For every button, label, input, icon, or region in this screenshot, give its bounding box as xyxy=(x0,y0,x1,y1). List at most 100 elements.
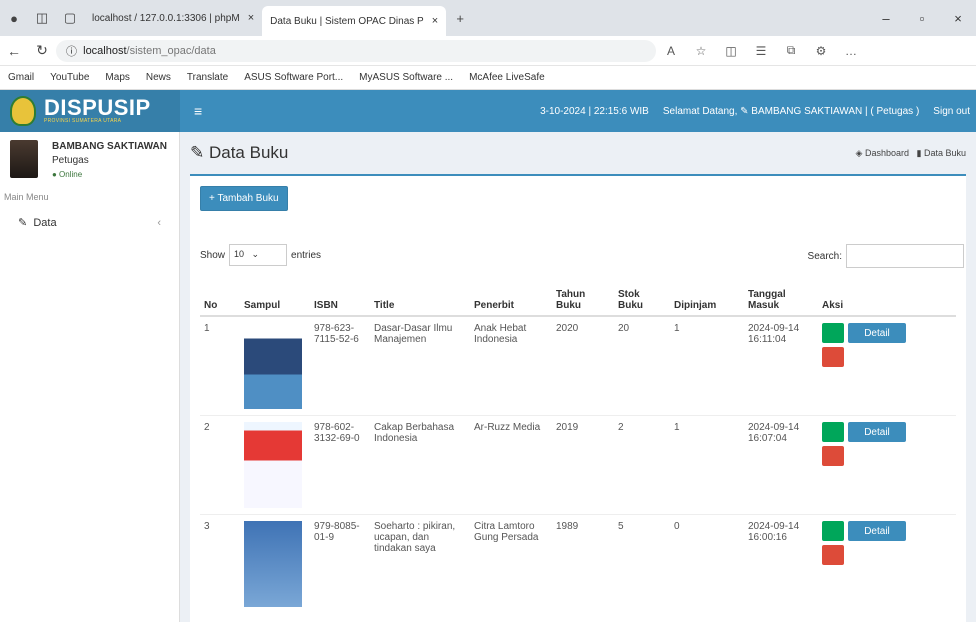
col-aksi[interactable]: Aksi xyxy=(818,278,956,317)
cell-tanggal: 2024-09-14 16:11:04 xyxy=(744,315,818,416)
bookmark-asus[interactable]: ASUS Software Port... xyxy=(244,72,343,83)
cell-dipinjam: 1 xyxy=(670,415,744,515)
app-header: DISPUSIP PROVINSI SUMATERA UTARA ≡ 3-10-2… xyxy=(0,90,976,132)
favorites-icon[interactable]: ☰ xyxy=(746,44,776,58)
close-icon[interactable]: × xyxy=(248,12,254,24)
read-aloud-icon[interactable]: A xyxy=(656,44,686,58)
tab-phpmyadmin[interactable]: localhost / 127.0.0.1:3306 | phpM × xyxy=(84,5,262,31)
edit-button[interactable] xyxy=(822,521,844,541)
cell-tanggal: 2024-09-14 16:00:16 xyxy=(744,514,818,613)
entries-select[interactable]: 10 ⌄ xyxy=(229,244,288,266)
book-cover xyxy=(244,521,302,607)
dashboard-icon: ◈ xyxy=(855,147,865,158)
edit-button[interactable] xyxy=(822,422,844,442)
sidebar-item-data[interactable]: ✎ Data ‹ xyxy=(0,204,179,241)
greeting: Selamat Datang, ✎ BAMBANG SAKTIAWAN | ( … xyxy=(662,105,920,117)
url-host: localhost xyxy=(83,44,127,57)
detail-label: Detail xyxy=(864,327,890,339)
bookmark-youtube[interactable]: YouTube xyxy=(50,72,89,83)
detail-label: Detail xyxy=(864,525,890,537)
bookmark-maps[interactable]: Maps xyxy=(105,72,129,83)
cell-title: Soeharto : pikiran, ucapan, dan tindakan… xyxy=(370,514,470,613)
cell-stok: 20 xyxy=(614,315,670,416)
info-icon: ⓘ xyxy=(66,45,84,58)
add-book-button[interactable]: + Tambah Buku xyxy=(200,186,288,211)
cell-no: 2 xyxy=(200,415,240,515)
col-tanggal[interactable]: Tanggal Masuk xyxy=(744,278,818,317)
edit-button[interactable] xyxy=(822,323,844,343)
emblem-icon xyxy=(10,96,36,126)
cell-isbn: 979-8085-01-9 xyxy=(310,514,370,613)
cell-sampul xyxy=(240,315,310,416)
new-tab-icon[interactable]: + xyxy=(446,11,474,26)
data-box: + Tambah Buku Show 10 ⌄ entries Search: No… xyxy=(190,174,966,634)
collections-icon[interactable]: ⧉ xyxy=(776,43,806,58)
url-field[interactable]: ⓘ localhost/sistem_opac/data xyxy=(56,39,656,62)
cell-tahun: 1989 xyxy=(552,514,614,613)
browser-tabbar: ● ◫ ▢ localhost / 127.0.0.1:3306 | phpM ×… xyxy=(0,0,976,36)
bookmark-myasus[interactable]: MyASUS Software ... xyxy=(359,72,453,83)
col-no[interactable]: No xyxy=(200,278,240,317)
cell-dipinjam: 1 xyxy=(670,315,744,416)
favorite-icon[interactable]: ☆ xyxy=(686,44,716,58)
cell-stok: 2 xyxy=(614,415,670,515)
col-dipinjam[interactable]: Dipinjam xyxy=(670,278,744,317)
col-tahun[interactable]: Tahun Buku xyxy=(552,278,614,317)
minimize-icon[interactable]: – xyxy=(868,11,904,26)
delete-button[interactable] xyxy=(822,446,844,466)
user-panel: BAMBANG SAKTIAWAN Petugas ● Online xyxy=(0,132,179,190)
more-icon[interactable]: … xyxy=(836,44,866,58)
page-title-text: Data Buku xyxy=(208,143,289,162)
col-sampul[interactable]: Sampul xyxy=(240,278,310,317)
close-icon[interactable]: × xyxy=(432,15,438,27)
cell-penerbit: Ar-Ruzz Media xyxy=(470,415,552,515)
user-name: BAMBANG SAKTIAWAN xyxy=(52,141,167,152)
logo[interactable]: DISPUSIP PROVINSI SUMATERA UTARA xyxy=(0,90,180,132)
detail-button[interactable]: Detail xyxy=(848,422,906,442)
detail-button[interactable]: Detail xyxy=(848,323,906,343)
tab-label: localhost / 127.0.0.1:3306 | phpM xyxy=(92,12,240,24)
signout-link[interactable]: Sign out xyxy=(933,106,970,117)
crumb-current: Data Buku xyxy=(923,147,966,158)
datetime: 3-10-2024 | 22:15:6 WIB xyxy=(540,105,649,117)
split-screen-icon[interactable]: ◫ xyxy=(716,44,746,58)
profile-icon[interactable]: ● xyxy=(0,11,28,26)
bookmark-mcafee[interactable]: McAfee LiveSafe xyxy=(469,72,545,83)
bookmark-translate[interactable]: Translate xyxy=(187,72,228,83)
chevron-down-icon: ⌄ xyxy=(251,249,260,259)
show-label: Show xyxy=(200,249,226,261)
chevron-left-icon: ‹ xyxy=(157,216,161,229)
cell-isbn: 978-602-3132-69-0 xyxy=(310,415,370,515)
col-penerbit[interactable]: Penerbit xyxy=(470,278,552,317)
col-stok[interactable]: Stok Buku xyxy=(614,278,670,317)
workspaces-icon[interactable]: ◫ xyxy=(28,10,56,26)
delete-button[interactable] xyxy=(822,347,844,367)
bookmark-news[interactable]: News xyxy=(146,72,171,83)
cell-dipinjam: 0 xyxy=(670,514,744,613)
sidebar: BAMBANG SAKTIAWAN Petugas ● Online Main Me… xyxy=(0,132,180,622)
bookmark-gmail[interactable]: Gmail xyxy=(8,72,34,83)
col-title[interactable]: Title xyxy=(370,278,470,317)
reload-icon[interactable]: ↻ xyxy=(28,42,56,59)
col-isbn[interactable]: ISBN xyxy=(310,278,370,317)
cell-penerbit: Citra Lamtoro Gung Persada xyxy=(470,514,552,613)
detail-label: Detail xyxy=(864,426,890,438)
cell-title: Dasar-Dasar Ilmu Manajemen xyxy=(370,315,470,416)
maximize-icon[interactable]: ▫ xyxy=(904,11,940,26)
url-path: /sistem_opac/data xyxy=(126,44,216,57)
delete-button[interactable] xyxy=(822,545,844,565)
bookmarks-bar: Gmail YouTube Maps News Translate ASUS S… xyxy=(0,66,976,90)
window-close-icon[interactable]: × xyxy=(940,11,976,26)
menu-toggle-icon[interactable]: ≡ xyxy=(194,103,202,119)
detail-button[interactable]: Detail xyxy=(848,521,906,541)
crumb-dashboard[interactable]: Dashboard xyxy=(865,148,909,158)
breadcrumb: ◈ Dashboard ▮ Data Buku xyxy=(856,148,966,159)
back-icon[interactable]: ← xyxy=(0,43,28,59)
cell-stok: 5 xyxy=(614,514,670,613)
tab-data-buku[interactable]: Data Buku | Sistem OPAC Dinas P × xyxy=(262,6,447,36)
search-input[interactable] xyxy=(846,244,964,268)
extensions-icon[interactable]: ⚙ xyxy=(806,44,836,58)
search-label: Search: xyxy=(807,250,842,262)
user-status: ● Online xyxy=(52,170,83,179)
tab-actions-icon[interactable]: ▢ xyxy=(56,10,84,26)
